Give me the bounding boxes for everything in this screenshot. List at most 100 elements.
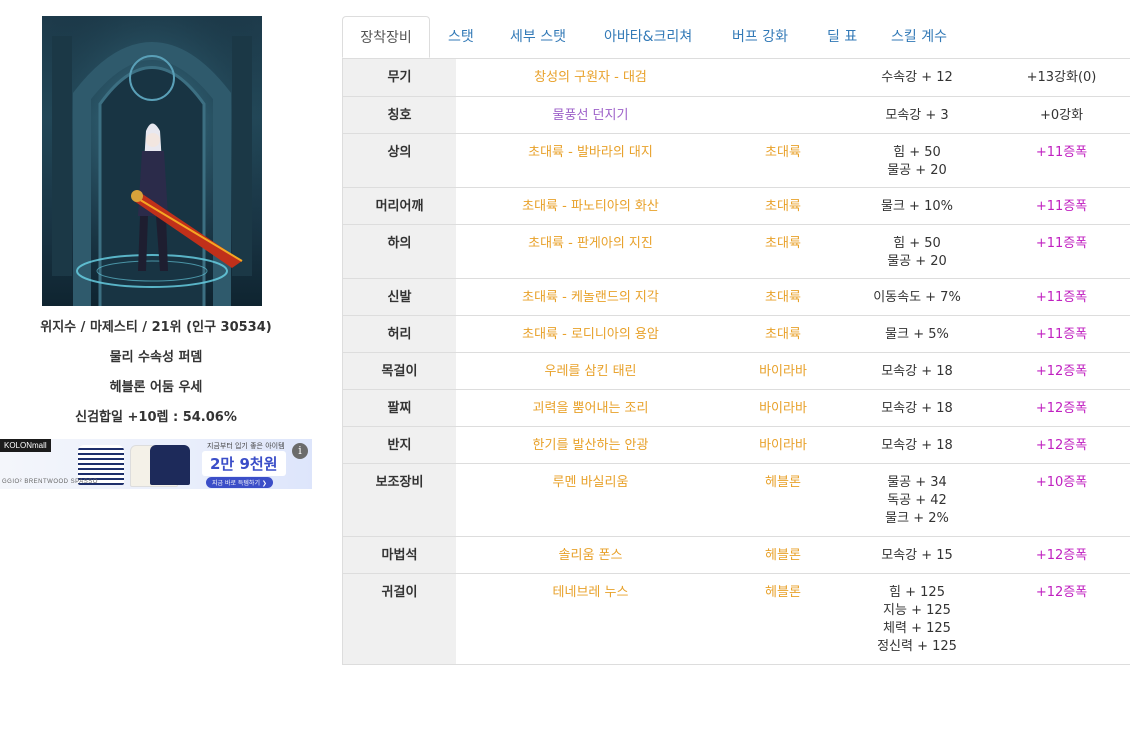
stat-line: 물공 + 34 (887, 474, 947, 490)
item-name-link[interactable]: 초대륙 - 케놀랜드의 지각 (456, 279, 725, 307)
set-name: 바이라바 (759, 363, 807, 379)
equipment-row: 팔찌 괴력을 뿜어내는 조리 바이라바 모속강 + 18 +12증폭 (342, 389, 1130, 427)
upgrade-level: +11증폭 (1035, 235, 1088, 251)
tab-damage-table[interactable]: 딜 표 (827, 16, 857, 58)
stat-line: 체력 + 125 (883, 620, 951, 636)
slot-label-cell: 신발 (342, 278, 456, 316)
equipment-row: 머리어깨 초대륙 - 파노티아의 화산 초대륙 물크 + 10% +11증폭 (342, 187, 1130, 225)
set-name-text: 헤블론 어둠 우세 (109, 380, 203, 395)
item-name-link[interactable]: 초대륙 - 판게아의 지진 (456, 225, 725, 253)
set-name-cell: 헤블론 (725, 463, 841, 537)
stat-list: 이동속도 + 7% (841, 279, 993, 307)
slot-label-cell: 팔찌 (342, 389, 456, 427)
item-name-link[interactable]: 물풍선 던지기 (456, 97, 725, 125)
tab-equipment[interactable]: 장착장비 (342, 16, 430, 58)
stat-list: 수속강 + 12 (841, 59, 993, 87)
ad-cta-button[interactable]: 지금 바로 득템하기 ❯ (206, 477, 273, 488)
item-name-link[interactable]: 초대륙 - 파노티아의 화산 (456, 188, 725, 216)
item-name-link[interactable]: 우레를 삼킨 태린 (456, 353, 725, 381)
tab-buff-enhance[interactable]: 버프 강화 (732, 16, 788, 58)
stat-list: 모속강 + 15 (841, 537, 993, 565)
equipment-table-body: 무기 창성의 구원자 - 대검 수속강 + 12 +13강화(0) 칭호 물풍선 던지기 모… (342, 59, 1130, 665)
stat-list: 힘 + 125 지능 + 125 체력 + 125 정신력 + 125 (841, 574, 993, 656)
set-name-cell: 초대륙 (725, 133, 841, 188)
stat-line: 물크 + 2% (885, 510, 949, 526)
item-name-link-cell: 루멘 바실리움 (456, 463, 725, 537)
equipment-row: 보조장비 루멘 바실리움 헤블론 물공 + 34 독공 + 42 물크 + 2% +10증폭 (342, 463, 1130, 537)
item-name-link[interactable]: 괴력을 뿜어내는 조리 (456, 390, 725, 418)
item-name-link[interactable]: 루멘 바실리움 (456, 464, 725, 492)
stat-list: 힘 + 50 물공 + 20 (841, 134, 993, 180)
item-name-link-cell: 초대륙 - 파노티아의 화산 (456, 187, 725, 225)
equipment-row: 무기 창성의 구원자 - 대검 수속강 + 12 +13강화(0) (342, 59, 1130, 97)
set-name: 헤블론 (765, 474, 801, 490)
item-name-link[interactable]: 초대륙 - 발바라의 대지 (456, 134, 725, 162)
slot-label: 칭호 (387, 107, 412, 123)
upgrade-level: +12증폭 (1035, 584, 1088, 600)
upgrade-level-cell: +12증폭 (993, 389, 1130, 427)
stat-list-cell: 힘 + 50 물공 + 20 (841, 133, 993, 188)
upgrade-level-cell: +12증폭 (993, 573, 1130, 665)
stat-line: 모속강 + 18 (881, 400, 953, 416)
slot-label: 목걸이 (381, 363, 418, 379)
ad-info-icon[interactable]: i (292, 443, 308, 459)
character-illustration (42, 16, 262, 306)
slot-label-cell: 칭호 (342, 96, 456, 134)
tab-bar: 장착장비 스탯 세부 스탯 아바타&크리쳐 버프 강화 딜 표 스킬 계수 (342, 16, 1130, 59)
upgrade-level-cell: +12증폭 (993, 536, 1130, 574)
stat-list-cell: 물크 + 5% (841, 315, 993, 353)
item-name-link[interactable]: 한기를 발산하는 안광 (456, 427, 725, 455)
set-name-cell: 헤블론 (725, 536, 841, 574)
stat-line: 지능 + 125 (883, 602, 951, 618)
set-name-cell: 헤블론 (725, 573, 841, 665)
upgrade-level-cell: +11증폭 (993, 187, 1130, 225)
stat-line: 정신력 + 125 (877, 638, 957, 654)
slot-label: 마법석 (381, 547, 418, 563)
stat-list-cell: 힘 + 125 지능 + 125 체력 + 125 정신력 + 125 (841, 573, 993, 665)
ad-copy-text: 지금부터 입기 좋은 아이템 (207, 442, 285, 450)
set-name-cell: 바이라바 (725, 352, 841, 390)
item-name-link[interactable]: 테네브레 누스 (456, 574, 725, 602)
slot-label: 팔찌 (387, 400, 412, 416)
tab-skill-coefficient[interactable]: 스킬 계수 (891, 16, 947, 58)
item-name-link-cell: 초대륙 - 케놀랜드의 지각 (456, 278, 725, 316)
item-name-link-cell: 초대륙 - 발바라의 대지 (456, 133, 725, 188)
set-name (725, 97, 841, 107)
ad-price-text: 2만 9천원 (202, 451, 286, 476)
stat-list-cell: 모속강 + 18 (841, 426, 993, 464)
set-name-cell (725, 96, 841, 134)
item-name-link-cell: 초대륙 - 판게아의 지진 (456, 224, 725, 279)
upgrade-level-cell: +11증폭 (993, 133, 1130, 188)
stat-line: 물공 + 20 (887, 253, 947, 269)
stat-line: 모속강 + 15 (881, 547, 953, 563)
slot-label: 하의 (387, 235, 412, 251)
equipment-row: 칭호 물풍선 던지기 모속강 + 3 +0강화 (342, 96, 1130, 134)
upgrade-level: +13강화(0) (1026, 70, 1097, 85)
slot-label: 상의 (387, 144, 412, 160)
slot-label-cell: 마법석 (342, 536, 456, 574)
stat-list: 모속강 + 18 (841, 427, 993, 455)
item-name-link-cell: 창성의 구원자 - 대검 (456, 59, 725, 97)
upgrade-level-cell: +13강화(0) (993, 59, 1130, 97)
equipment-row: 귀걸이 테네브레 누스 헤블론 힘 + 125 지능 + 125 체력 + 125 정신력 … (342, 573, 1130, 665)
tab-avatar-creature[interactable]: 아바타&크리쳐 (604, 16, 692, 58)
upgrade-level-cell: +12증폭 (993, 352, 1130, 390)
stat-line: 물크 + 5% (885, 326, 949, 342)
ad-banner[interactable]: KOLONmall 지금부터 입기 좋은 아이템 2만 9천원 지금 바로 득템… (0, 439, 312, 489)
set-name: 바이라바 (759, 400, 807, 416)
stat-list: 모속강 + 3 (841, 97, 993, 125)
slot-label-cell: 하의 (342, 224, 456, 279)
tab-stats[interactable]: 스탯 (448, 16, 474, 58)
item-name-link-cell: 테네브레 누스 (456, 573, 725, 665)
upgrade-level-cell: +11증폭 (993, 315, 1130, 353)
tab-detail-stats[interactable]: 세부 스탯 (510, 16, 566, 58)
equipment-row: 마법석 솔리움 폰스 헤블론 모속강 + 15 +12증폭 (342, 536, 1130, 574)
upgrade-level: +12증폭 (1035, 400, 1088, 416)
stat-line: 힘 + 50 (893, 235, 941, 251)
server-rank-text: 위지수 / 마제스티 / 21위 (인구 30534) (40, 320, 272, 335)
item-name-link[interactable]: 창성의 구원자 - 대검 (456, 59, 725, 87)
set-name-cell: 초대륙 (725, 187, 841, 225)
item-name-link[interactable]: 초대륙 - 로디니아의 용암 (456, 316, 725, 344)
item-name-link[interactable]: 솔리움 폰스 (456, 537, 725, 565)
weapon-refine-text: 신검합일 +10렙 : 54.06% (75, 410, 237, 425)
